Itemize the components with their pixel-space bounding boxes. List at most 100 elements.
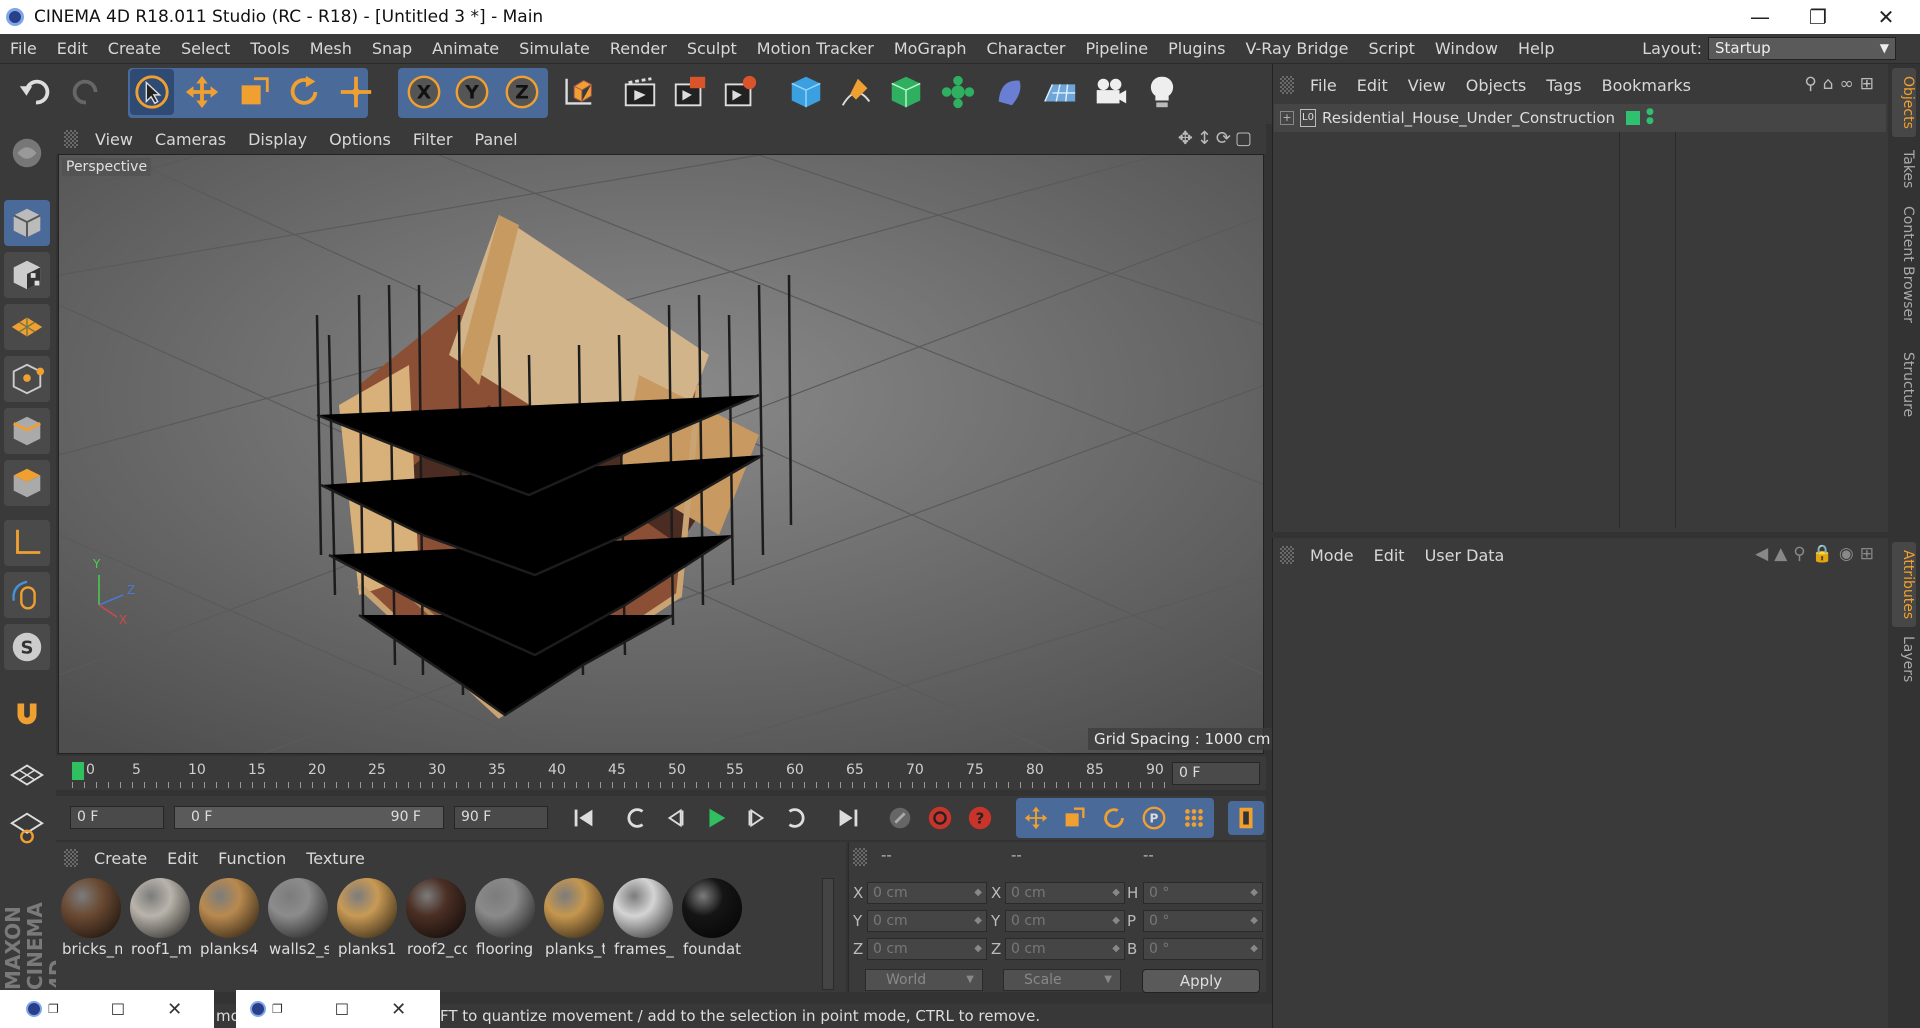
object-name[interactable]: Residential_House_Under_Construction	[1322, 109, 1615, 127]
object-manager-tools[interactable]: ⚲⌂∞⊞	[1804, 74, 1880, 94]
viewport-menu-filter[interactable]: Filter	[402, 130, 464, 149]
recent-tool-button[interactable]	[334, 69, 378, 115]
keyframe-selection-button[interactable]: ?	[962, 801, 998, 835]
restore-button[interactable]: ❐	[1790, 0, 1846, 34]
previous-frame-button[interactable]	[658, 801, 694, 835]
object-menu-bookmarks[interactable]: Bookmarks	[1592, 76, 1701, 95]
menu-select[interactable]: Select	[171, 39, 240, 58]
menu-help[interactable]: Help	[1508, 39, 1564, 58]
minimized-window-2[interactable]: ❐ ☐ ✕	[236, 990, 440, 1028]
tab-objects[interactable]: Objects	[1892, 68, 1916, 137]
rotate-button[interactable]	[282, 69, 326, 115]
scale-button[interactable]	[232, 69, 276, 115]
position-z-field[interactable]: 0 cm ◆	[867, 938, 987, 960]
y-axis-button[interactable]: Y	[450, 69, 494, 115]
material-swatch[interactable]: planks_t	[543, 876, 605, 960]
menu-mograph[interactable]: MoGraph	[884, 39, 977, 58]
layout-dropdown[interactable]: Startup ▼	[1708, 37, 1896, 60]
size-x-field[interactable]: 0 cm ◆	[1005, 882, 1125, 904]
tab-structure[interactable]: Structure	[1892, 344, 1916, 425]
viewport-nav-icons[interactable]: ✥↕⟳▢	[1178, 128, 1256, 149]
material-scrollbar[interactable]	[822, 878, 834, 990]
start-frame-field[interactable]: 0 F	[70, 806, 164, 829]
play-button[interactable]	[698, 801, 734, 835]
restore-icon[interactable]: ❐	[272, 1002, 283, 1016]
menu-file[interactable]: File	[0, 39, 47, 58]
render-view-button[interactable]	[618, 69, 662, 115]
solo-button[interactable]: S	[4, 624, 50, 670]
material-swatch[interactable]: roof1_m	[129, 876, 191, 960]
tweak-mode-button[interactable]	[4, 572, 50, 618]
maximize-icon[interactable]: ☐	[335, 1000, 349, 1019]
material-swatch[interactable]: foundat	[681, 876, 743, 960]
material-swatch[interactable]: frames_t	[612, 876, 674, 960]
object-menu-view[interactable]: View	[1398, 76, 1456, 95]
close-icon[interactable]: ✕	[167, 999, 182, 1020]
frame-range-slider[interactable]: 0 F 90 F	[174, 806, 444, 829]
timeline-playhead[interactable]	[72, 762, 84, 780]
timeline-window-button[interactable]	[1228, 801, 1264, 835]
size-mode-dropdown[interactable]: Scale ▼	[1003, 969, 1121, 991]
texture-mode-button[interactable]	[4, 252, 50, 298]
tab-takes[interactable]: Takes	[1892, 142, 1916, 196]
object-menu-tags[interactable]: Tags	[1536, 76, 1591, 95]
position-x-field[interactable]: 0 cm ◆	[867, 882, 987, 904]
menu-window[interactable]: Window	[1425, 39, 1508, 58]
object-row[interactable]: + L0 Residential_House_Under_Constructio…	[1274, 104, 1886, 132]
visibility-dots-icon[interactable]: ● ●	[1646, 108, 1654, 128]
redo-button[interactable]	[64, 69, 108, 115]
current-frame-field[interactable]: 0 F	[1172, 762, 1260, 785]
menu-sculpt[interactable]: Sculpt	[677, 39, 747, 58]
menu-tools[interactable]: Tools	[240, 39, 299, 58]
material-swatch[interactable]: planks4	[198, 876, 260, 960]
position-y-field[interactable]: 0 cm ◆	[867, 910, 987, 932]
viewport-menu-view[interactable]: View	[84, 130, 144, 149]
points-mode-button[interactable]	[4, 356, 50, 402]
material-swatch[interactable]: flooring	[474, 876, 536, 960]
light-button[interactable]	[1140, 69, 1184, 115]
workplane-button[interactable]	[4, 304, 50, 350]
menu-create[interactable]: Create	[98, 39, 171, 58]
polygons-mode-button[interactable]	[4, 460, 50, 506]
menu-vray-bridge[interactable]: V-Ray Bridge	[1235, 39, 1358, 58]
material-swatch[interactable]: planks1	[336, 876, 398, 960]
layer-color-tag[interactable]	[1626, 111, 1640, 125]
floor-button[interactable]	[1038, 69, 1082, 115]
edges-mode-button[interactable]	[4, 408, 50, 454]
size-z-field[interactable]: 0 cm ◆	[1005, 938, 1125, 960]
object-menu-file[interactable]: File	[1300, 76, 1347, 95]
object-menu-objects[interactable]: Objects	[1456, 76, 1536, 95]
record-keys-button[interactable]	[882, 801, 918, 835]
rotation-p-field[interactable]: 0 ° ◆	[1143, 910, 1263, 932]
deformer-button[interactable]	[988, 69, 1032, 115]
key-rotation-button[interactable]	[1096, 801, 1132, 835]
material-menu-edit[interactable]: Edit	[157, 849, 208, 868]
tab-attributes[interactable]: Attributes	[1892, 542, 1916, 628]
go-to-start-button[interactable]	[566, 801, 602, 835]
next-frame-button[interactable]	[738, 801, 774, 835]
3d-viewport[interactable]: Y Z X	[58, 154, 1264, 754]
material-swatch[interactable]: walls2_s	[267, 876, 329, 960]
minimize-button[interactable]: —	[1732, 0, 1788, 34]
rotation-b-field[interactable]: 0 ° ◆	[1143, 938, 1263, 960]
planar-workplane-button[interactable]	[4, 804, 50, 850]
model-mode-button[interactable]	[4, 200, 50, 246]
attribute-menu-mode[interactable]: Mode	[1300, 546, 1364, 565]
make-editable-button[interactable]	[4, 130, 50, 176]
menu-motion-tracker[interactable]: Motion Tracker	[747, 39, 884, 58]
apply-button[interactable]: Apply	[1142, 969, 1260, 993]
expand-icon[interactable]: +	[1280, 111, 1294, 125]
key-pla-button[interactable]	[1176, 801, 1212, 835]
next-key-button[interactable]	[778, 801, 814, 835]
previous-key-button[interactable]	[618, 801, 654, 835]
viewport-menu-options[interactable]: Options	[318, 130, 402, 149]
viewport-menu-display[interactable]: Display	[237, 130, 318, 149]
pen-button[interactable]	[834, 69, 878, 115]
lock-workplane-button[interactable]	[4, 752, 50, 798]
cube-button[interactable]	[784, 69, 828, 115]
x-axis-button[interactable]: X	[402, 69, 446, 115]
z-axis-button[interactable]: Z	[500, 69, 544, 115]
key-scale-button[interactable]	[1056, 801, 1092, 835]
maximize-icon[interactable]: ☐	[111, 1000, 125, 1019]
rotation-h-field[interactable]: 0 ° ◆	[1143, 882, 1263, 904]
